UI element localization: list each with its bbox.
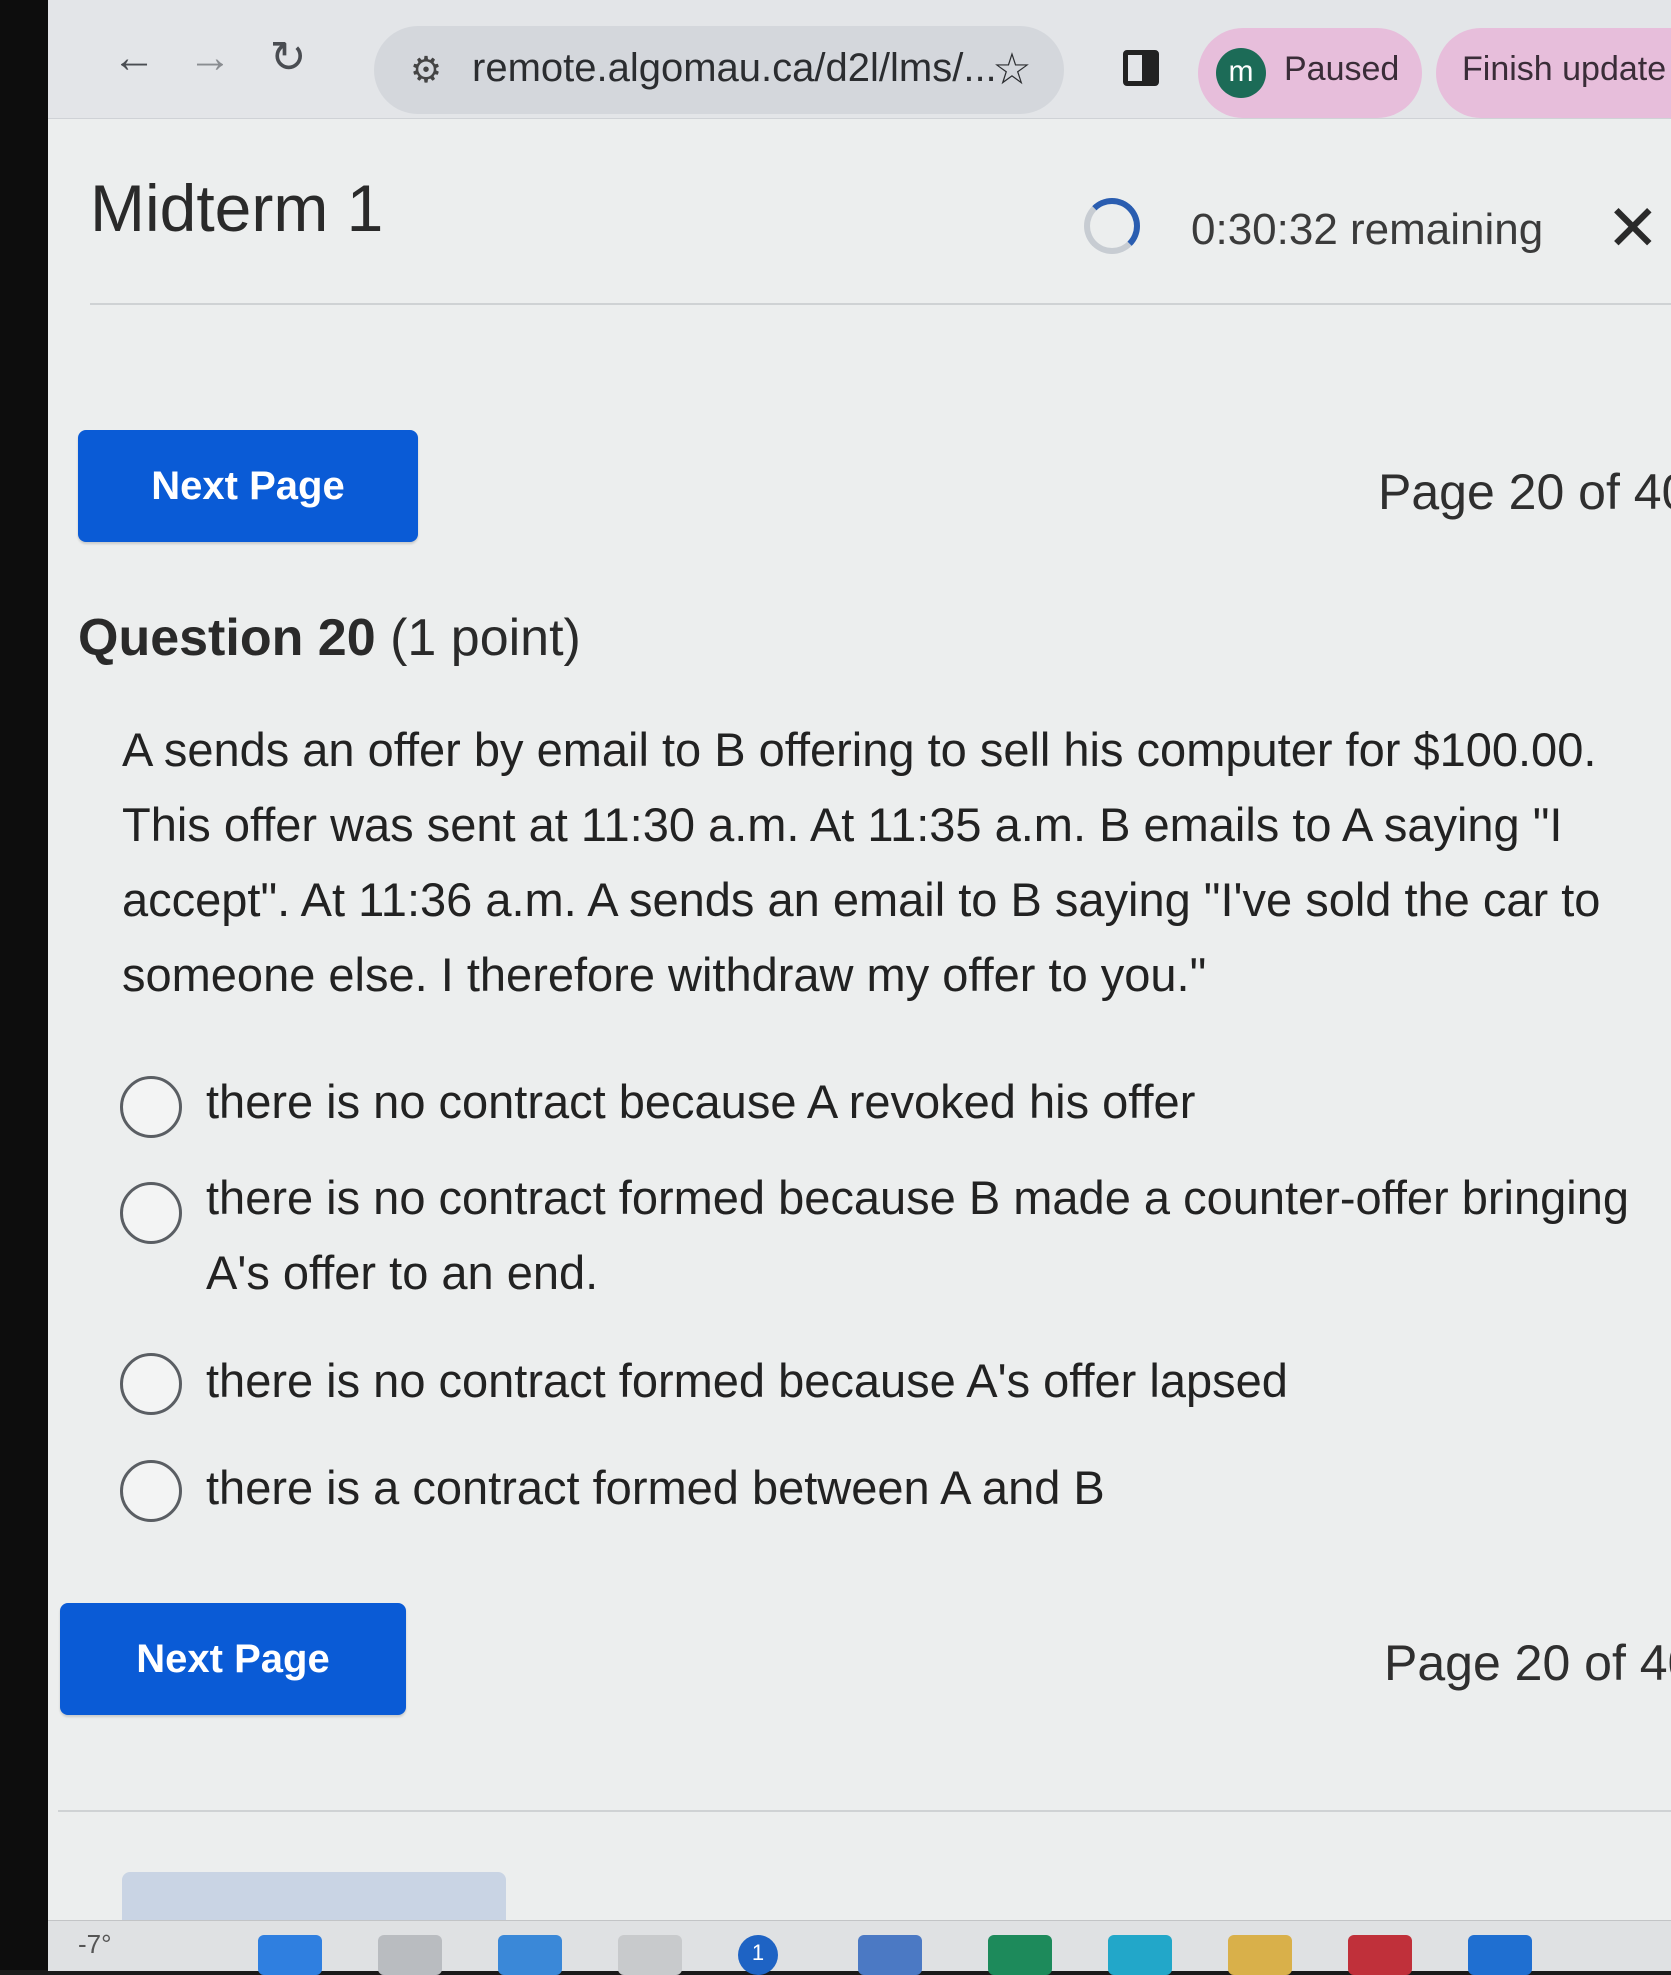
- edge-icon[interactable]: [498, 1935, 562, 1975]
- folder-icon[interactable]: [1228, 1935, 1292, 1975]
- taskbar: -7° 1: [48, 1920, 1671, 1975]
- app-icon[interactable]: [618, 1935, 682, 1975]
- question-points: (1 point): [390, 609, 581, 667]
- close-icon[interactable]: ✕: [1606, 196, 1660, 260]
- mail-icon[interactable]: [1348, 1935, 1412, 1975]
- profile-app-icon[interactable]: [988, 1935, 1052, 1975]
- page-indicator-bottom: Page 20 of 40: [1384, 1635, 1671, 1691]
- option-label[interactable]: there is a contract formed between A and…: [206, 1450, 1656, 1525]
- start-icon[interactable]: [258, 1935, 322, 1975]
- avatar: m: [1216, 48, 1266, 98]
- time-remaining: 0:30:32 remaining: [1191, 205, 1544, 254]
- browser-toolbar: ← → ↻ ⚙ remote.algomau.ca/d2l/lms/... ☆ …: [48, 0, 1671, 119]
- site-settings-icon[interactable]: ⚙: [400, 44, 452, 96]
- page-indicator-top: Page 20 of 40: [1378, 464, 1671, 520]
- footer-divider: [58, 1810, 1671, 1812]
- store-icon[interactable]: [858, 1935, 922, 1975]
- option-label[interactable]: there is no contract formed because A's …: [206, 1343, 1656, 1418]
- radio-button[interactable]: [120, 1076, 182, 1138]
- profile-button[interactable]: m Paused: [1198, 28, 1422, 118]
- browser-window: ← → ↻ ⚙ remote.algomau.ca/d2l/lms/... ☆ …: [48, 0, 1671, 1920]
- url-text[interactable]: remote.algomau.ca/d2l/lms/...: [472, 46, 997, 91]
- option-label[interactable]: there is no contract formed because B ma…: [206, 1160, 1656, 1310]
- next-page-button-bottom[interactable]: Next Page: [60, 1603, 406, 1715]
- option-label[interactable]: there is no contract because A revoked h…: [206, 1064, 1656, 1139]
- question-text: A sends an offer by email to B offering …: [122, 723, 1601, 1001]
- question-heading: Question 20 (1 point): [78, 608, 581, 668]
- header-divider: [90, 303, 1671, 305]
- timer-progress-icon: [1084, 198, 1140, 254]
- page-title: Midterm 1: [90, 171, 384, 245]
- notification-badge: 1: [738, 1935, 778, 1975]
- side-panel-icon[interactable]: [1123, 50, 1159, 86]
- address-bar[interactable]: ⚙ remote.algomau.ca/d2l/lms/... ☆: [374, 26, 1064, 114]
- submit-button-partial[interactable]: [122, 1872, 506, 1920]
- app-icon[interactable]: [1108, 1935, 1172, 1975]
- back-arrow-icon[interactable]: ←: [106, 30, 162, 86]
- radio-button[interactable]: [120, 1353, 182, 1415]
- finish-update-button[interactable]: Finish update: [1436, 28, 1671, 118]
- next-page-button-top[interactable]: Next Page: [78, 430, 418, 542]
- forward-arrow-icon[interactable]: →: [182, 30, 238, 86]
- finish-update-label: Finish update: [1462, 50, 1667, 88]
- screen-bezel: [0, 0, 48, 1970]
- reload-icon[interactable]: ↻: [260, 30, 316, 86]
- radio-button[interactable]: [120, 1182, 182, 1244]
- question-number: Question 20: [78, 609, 376, 667]
- weather-temperature: -7°: [78, 1929, 112, 1959]
- profile-status: Paused: [1284, 50, 1400, 88]
- radio-button[interactable]: [120, 1460, 182, 1522]
- search-icon[interactable]: [378, 1935, 442, 1975]
- app-icon[interactable]: [1468, 1935, 1532, 1975]
- bookmark-star-icon[interactable]: ☆: [984, 42, 1040, 98]
